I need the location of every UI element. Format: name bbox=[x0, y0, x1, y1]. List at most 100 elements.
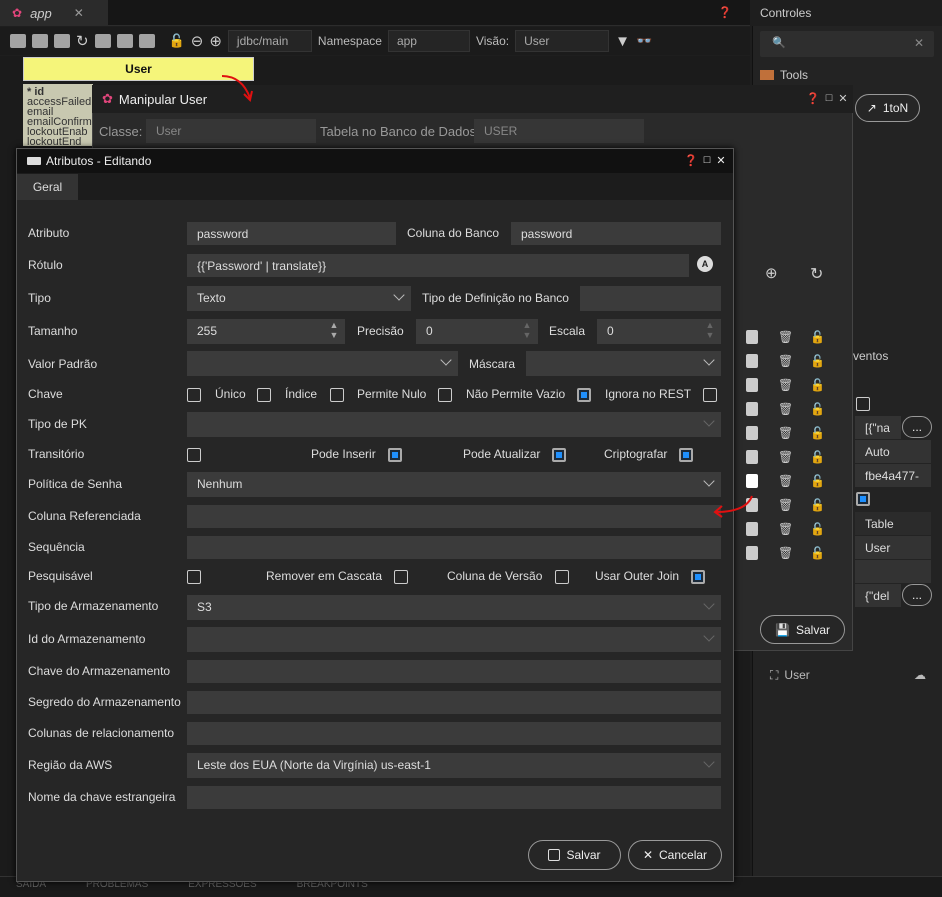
stack-icon[interactable] bbox=[116, 34, 133, 48]
edit-icon[interactable] bbox=[746, 522, 758, 536]
unlock-icon[interactable]: 🔓 bbox=[810, 330, 838, 344]
podeinserir-checkbox[interactable] bbox=[388, 448, 402, 462]
tipo-select[interactable]: Texto bbox=[187, 286, 411, 311]
entity-fields[interactable]: * id accessFailed email emailConfirm loc… bbox=[23, 84, 93, 146]
refresh-icon[interactable]: ↻ bbox=[810, 264, 823, 284]
layers-icon[interactable] bbox=[10, 34, 26, 48]
trash-icon[interactable]: 🗑 bbox=[778, 498, 810, 512]
tools-header[interactable]: Tools bbox=[760, 64, 934, 86]
podeatualizar-checkbox[interactable] bbox=[552, 448, 566, 462]
valorpadrao-select[interactable] bbox=[187, 351, 458, 376]
trash-icon[interactable]: 🗑 bbox=[778, 330, 810, 344]
trash-icon[interactable]: 🗑 bbox=[778, 450, 810, 464]
unlock-icon[interactable]: 🔓 bbox=[810, 450, 838, 464]
prop-checkbox[interactable] bbox=[856, 397, 870, 411]
edit-icon[interactable] bbox=[746, 378, 758, 392]
idarm-select[interactable] bbox=[187, 627, 721, 652]
outerjoin-checkbox[interactable] bbox=[691, 570, 705, 584]
save-button[interactable]: Salvar bbox=[528, 840, 621, 870]
cloud-icon[interactable]: ☁ bbox=[914, 668, 926, 682]
tipopk-select[interactable] bbox=[187, 412, 721, 437]
edit-icon[interactable] bbox=[746, 450, 758, 464]
unlock-icon[interactable]: 🔓 bbox=[810, 474, 838, 488]
prop-dots-button[interactable]: ... bbox=[902, 584, 932, 606]
unlock-icon[interactable]: 🔓 bbox=[810, 498, 838, 512]
coluna-input[interactable]: password bbox=[511, 222, 721, 245]
permitenulo-checkbox[interactable] bbox=[438, 388, 452, 402]
colref-input[interactable] bbox=[187, 505, 721, 528]
edit-icon[interactable] bbox=[746, 426, 758, 440]
tree-icon[interactable] bbox=[54, 34, 70, 48]
unlock-icon[interactable]: 🔓 bbox=[810, 546, 838, 560]
transitorio-checkbox[interactable] bbox=[187, 448, 201, 462]
pesquisavel-checkbox[interactable] bbox=[187, 570, 201, 584]
prop-field-id[interactable]: fbe4a477- bbox=[855, 464, 931, 487]
close-icon[interactable]: ✕ bbox=[716, 154, 725, 167]
mascara-select[interactable] bbox=[526, 351, 721, 376]
tamanho-input[interactable]: 255 ▲ ▼ bbox=[187, 319, 345, 344]
edit-icon[interactable] bbox=[746, 402, 758, 416]
relation-1ton-button[interactable]: ↗ 1toN bbox=[855, 94, 920, 122]
close-icon[interactable]: ✕ bbox=[74, 6, 84, 20]
rows-icon[interactable] bbox=[94, 34, 111, 48]
unlock-icon[interactable]: 🔓 bbox=[169, 33, 185, 49]
indice-checkbox[interactable] bbox=[330, 388, 344, 402]
unico-checkbox[interactable] bbox=[257, 388, 271, 402]
schema-select[interactable]: jdbc/main bbox=[227, 30, 312, 52]
tipoarm-select[interactable]: S3 bbox=[187, 595, 721, 620]
tabela-input[interactable]: USER bbox=[474, 119, 644, 143]
filter-icon[interactable]: ▼ bbox=[615, 33, 630, 50]
unlock-icon[interactable]: 🔓 bbox=[810, 426, 838, 440]
rotulo-input[interactable]: {{'Password' | translate}} bbox=[187, 254, 689, 277]
binoculars-icon[interactable]: 👓 bbox=[636, 33, 652, 49]
atributo-input[interactable]: password bbox=[187, 222, 396, 245]
unlock-icon[interactable]: 🔓 bbox=[810, 354, 838, 368]
unlock-icon[interactable]: 🔓 bbox=[810, 378, 838, 392]
cascata-checkbox[interactable] bbox=[394, 570, 408, 584]
help-icon[interactable]: ❓ bbox=[684, 154, 698, 167]
trash-icon[interactable]: 🗑 bbox=[778, 474, 810, 488]
controls-search[interactable]: 🔍 ✕ bbox=[760, 31, 934, 57]
colrel-input[interactable] bbox=[187, 722, 721, 745]
folder-icon[interactable] bbox=[32, 34, 48, 48]
prop-field-del[interactable]: {"del bbox=[855, 584, 901, 607]
tab-app[interactable]: ✿ app ✕ bbox=[0, 0, 108, 26]
translate-icon[interactable]: A bbox=[697, 256, 713, 272]
criptografar-checkbox[interactable] bbox=[679, 448, 693, 462]
versao-checkbox[interactable] bbox=[555, 570, 569, 584]
trash-icon[interactable]: 🗑 bbox=[778, 378, 810, 392]
maximize-icon[interactable]: □ bbox=[826, 92, 833, 105]
prop-field-table[interactable]: Table bbox=[855, 512, 931, 535]
manipular-save-button[interactable]: 💾 Salvar bbox=[760, 615, 845, 644]
prop-field-empty[interactable] bbox=[855, 560, 931, 583]
chavearm-input[interactable] bbox=[187, 660, 721, 683]
trash-icon[interactable]: 🗑 bbox=[778, 546, 810, 560]
add-icon[interactable]: ⊕ bbox=[765, 264, 778, 282]
regiao-select[interactable]: Leste dos EUA (Norte da Virgínia) us-eas… bbox=[187, 753, 721, 778]
unlock-icon[interactable]: 🔓 bbox=[810, 402, 838, 416]
trash-icon[interactable]: 🗑 bbox=[778, 402, 810, 416]
close-icon[interactable]: ✕ bbox=[838, 92, 847, 105]
prop-field-na[interactable]: [{"na bbox=[855, 416, 901, 439]
prop-field-user[interactable]: User bbox=[855, 536, 931, 559]
classe-input[interactable]: User bbox=[146, 119, 316, 143]
clear-icon[interactable]: ✕ bbox=[914, 36, 924, 50]
precisao-input[interactable]: 0 ▲ ▼ bbox=[416, 319, 538, 344]
prop-checkbox-on[interactable] bbox=[856, 492, 870, 506]
help-icon[interactable]: ❓ bbox=[806, 92, 820, 105]
refresh-icon[interactable]: ↻ bbox=[76, 32, 89, 50]
chave-checkbox[interactable] bbox=[187, 388, 201, 402]
tab-geral[interactable]: Geral bbox=[17, 174, 78, 200]
trash-icon[interactable]: 🗑 bbox=[778, 522, 810, 536]
tree-user[interactable]: ⛶ User bbox=[770, 668, 810, 683]
view-select[interactable]: User bbox=[515, 30, 610, 52]
nomechave-input[interactable] bbox=[187, 786, 721, 809]
cancel-button[interactable]: ✕ Cancelar bbox=[628, 840, 722, 870]
segredoarm-input[interactable] bbox=[187, 691, 721, 714]
stepper-icon[interactable]: ▲ ▼ bbox=[329, 320, 339, 340]
sequencia-input[interactable] bbox=[187, 536, 721, 559]
export-icon[interactable] bbox=[138, 34, 155, 48]
zoom-in-icon[interactable]: ⊕ bbox=[209, 32, 222, 50]
stepper-icon[interactable]: ▲ ▼ bbox=[522, 320, 532, 340]
help-icon[interactable]: ❓ bbox=[718, 6, 732, 19]
